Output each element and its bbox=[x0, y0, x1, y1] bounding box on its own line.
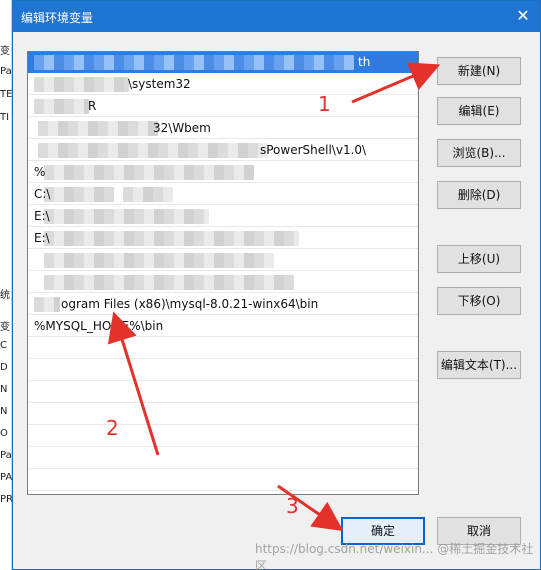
path-list-item[interactable] bbox=[28, 448, 418, 469]
path-list-item[interactable] bbox=[28, 470, 418, 491]
annotation-label-1: 1 bbox=[318, 92, 331, 116]
path-list-item[interactable]: E:\ bbox=[28, 228, 418, 249]
path-list-item[interactable]: R bbox=[28, 96, 418, 117]
redacted-text bbox=[38, 143, 268, 158]
bg-label: 统 bbox=[0, 290, 10, 301]
path-list-item-text: sPowerShell\v1.0\ bbox=[260, 143, 367, 157]
bg-label: PR bbox=[0, 494, 12, 505]
path-list-item-text: C:\ bbox=[34, 187, 51, 201]
bg-label: Pa bbox=[0, 66, 12, 77]
path-list-item-text: E:\ bbox=[34, 231, 50, 245]
bg-label: N bbox=[0, 384, 8, 395]
background-window-strip: 变 Pa TE TI 统 变 C D N N O Pa PA PR bbox=[0, 0, 12, 570]
path-list-item[interactable]: C:\ bbox=[28, 184, 418, 205]
redacted-text bbox=[44, 253, 274, 268]
dialog-title: 编辑环境变量 bbox=[21, 11, 94, 25]
delete-button[interactable]: 删除(D) bbox=[437, 181, 521, 209]
path-list-item-text: th bbox=[358, 55, 371, 69]
redacted-text bbox=[34, 55, 354, 70]
edit-text-button[interactable]: 编辑文本(T)... bbox=[437, 351, 521, 379]
path-list-item[interactable]: th bbox=[28, 52, 418, 73]
path-list-item[interactable]: % bbox=[28, 162, 418, 183]
path-list-item[interactable] bbox=[28, 492, 418, 494]
path-list-item[interactable]: \system32 bbox=[28, 74, 418, 95]
path-list-item-text: ogram Files (x86)\mysql-8.0.21-winx64\bi… bbox=[61, 297, 319, 311]
bg-label: 变 bbox=[0, 46, 10, 57]
redacted-text bbox=[123, 187, 173, 202]
path-list-item-text: % bbox=[34, 165, 46, 179]
path-list-item[interactable] bbox=[28, 426, 418, 447]
redacted-text bbox=[44, 165, 254, 180]
redacted-text bbox=[38, 121, 158, 136]
redacted-text bbox=[34, 77, 129, 92]
redacted-text bbox=[44, 187, 114, 202]
path-list-item-text: E:\ bbox=[34, 209, 50, 223]
redacted-text bbox=[44, 231, 299, 246]
close-icon[interactable]: ✕ bbox=[512, 5, 534, 27]
bg-label: TE bbox=[0, 89, 12, 100]
move-down-button[interactable]: 下移(O) bbox=[437, 287, 521, 315]
bg-label: O bbox=[0, 428, 8, 439]
path-list-item[interactable]: %MYSQL_HOME%\bin bbox=[28, 316, 418, 337]
path-list-item-text: 32\Wbem bbox=[153, 121, 211, 135]
watermark-text: https://blog.csdn.net/weixin... @稀土掘金技术社… bbox=[255, 542, 534, 570]
path-list-item[interactable] bbox=[28, 272, 418, 293]
path-list-item[interactable] bbox=[28, 250, 418, 271]
move-up-button[interactable]: 上移(U) bbox=[437, 245, 521, 273]
path-list-item[interactable] bbox=[28, 404, 418, 425]
bg-label: N bbox=[0, 406, 8, 417]
bg-label: 变 bbox=[0, 322, 10, 333]
path-list-item[interactable]: 32\Wbem bbox=[28, 118, 418, 139]
annotation-label-3: 3 bbox=[286, 494, 299, 518]
redacted-text bbox=[44, 275, 294, 290]
annotation-label-2: 2 bbox=[106, 416, 119, 440]
path-list-item-text: R bbox=[88, 99, 97, 113]
dialog-titlebar: 编辑环境变量 ✕ bbox=[13, 1, 540, 32]
path-list-item[interactable]: sPowerShell\v1.0\ bbox=[28, 140, 418, 161]
path-list-item[interactable] bbox=[28, 338, 418, 359]
screenshot-root: 变 Pa TE TI 统 变 C D N N O Pa PA PR 编辑环境变量… bbox=[0, 0, 541, 570]
path-list-item-text: %MYSQL_HOME%\bin bbox=[34, 319, 164, 333]
bg-label: D bbox=[0, 362, 8, 373]
path-list-item[interactable]: ogram Files (x86)\mysql-8.0.21-winx64\bi… bbox=[28, 294, 418, 315]
redacted-text bbox=[34, 99, 89, 114]
edit-env-dialog: 编辑环境变量 ✕ th \system32 R 32\Wbem sPowerShell\… bbox=[12, 0, 541, 570]
redacted-text bbox=[34, 297, 60, 312]
bg-label: Pa bbox=[0, 450, 12, 461]
path-list-item[interactable] bbox=[28, 382, 418, 403]
path-list[interactable]: th \system32 R 32\Wbem sPowerShell\v1.0\% C:\… bbox=[27, 51, 419, 495]
path-list-item[interactable] bbox=[28, 360, 418, 381]
path-list-item-text: \system32 bbox=[128, 77, 191, 91]
edit-button[interactable]: 编辑(E) bbox=[437, 97, 521, 125]
new-button[interactable]: 新建(N) bbox=[437, 57, 521, 85]
bg-label: TI bbox=[0, 112, 10, 123]
bg-label: C bbox=[0, 340, 7, 351]
path-list-item[interactable]: E:\ bbox=[28, 206, 418, 227]
browse-button[interactable]: 浏览(B)... bbox=[437, 139, 521, 167]
redacted-text bbox=[44, 209, 209, 224]
bg-label: PA bbox=[0, 472, 12, 483]
